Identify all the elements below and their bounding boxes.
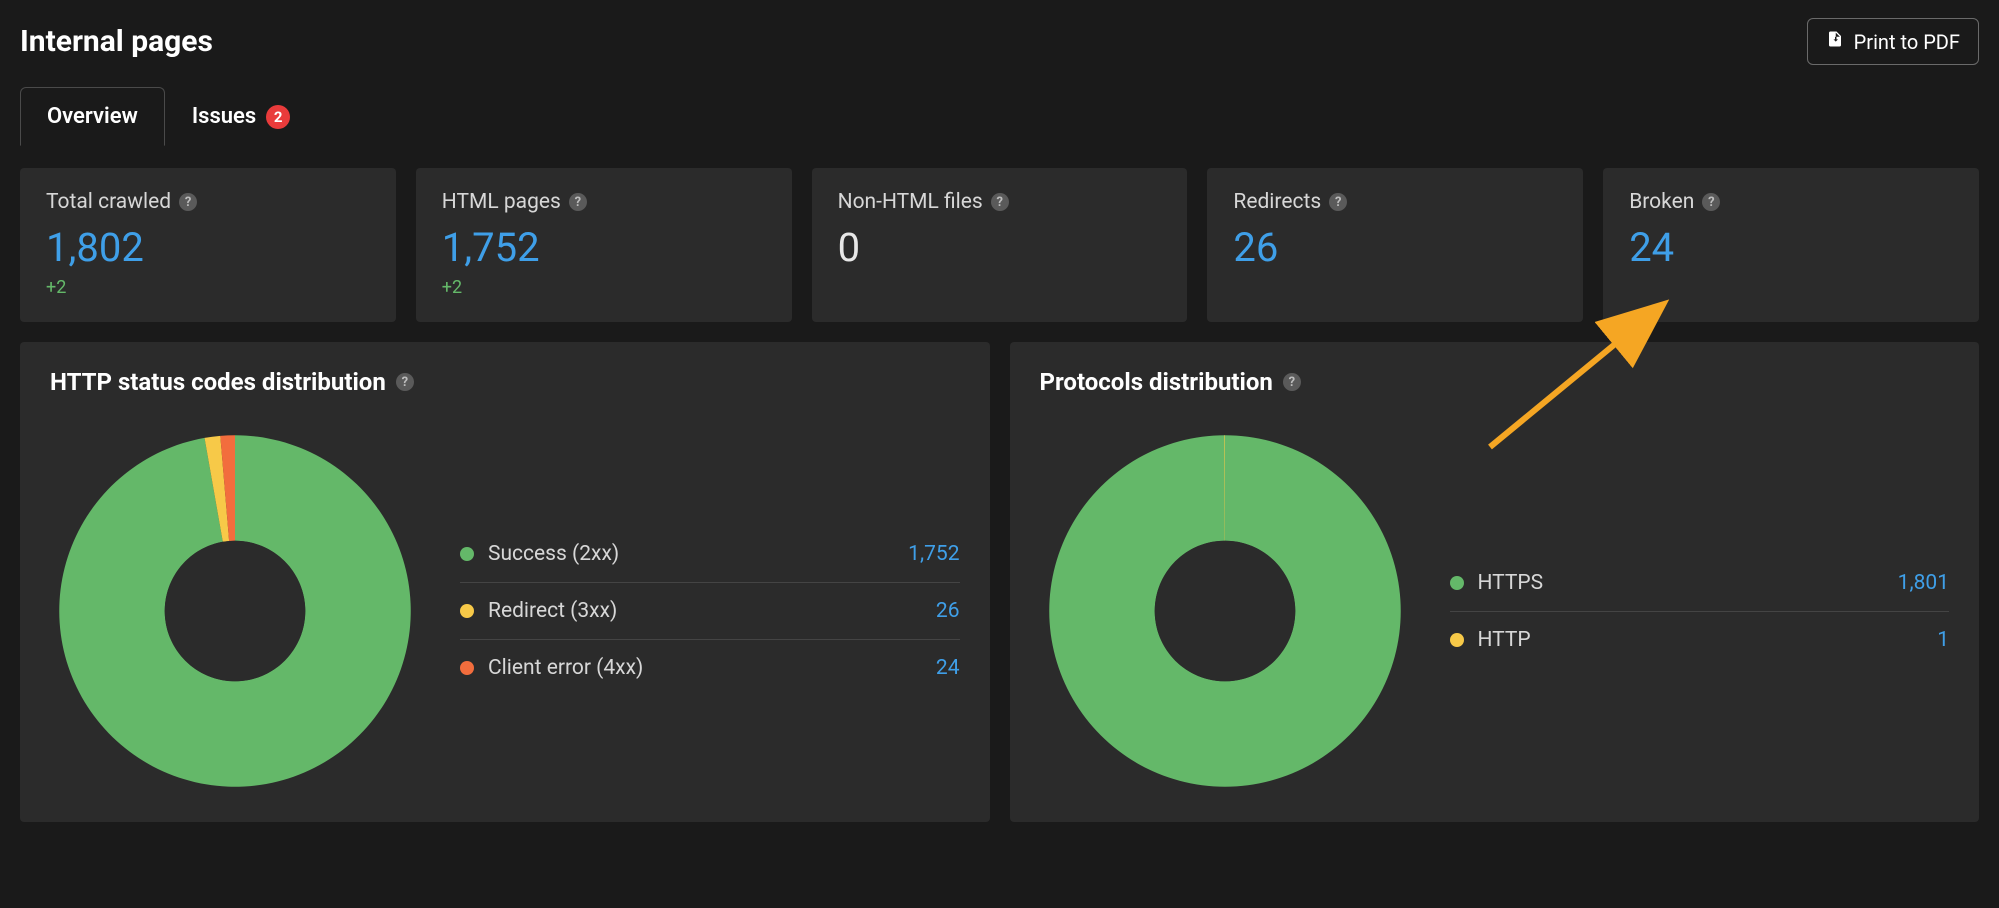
stat-value: 0 [838,224,1162,271]
stat-delta: +2 [442,277,766,298]
legend-value[interactable]: 24 [936,656,960,680]
print-to-pdf-button[interactable]: Print to PDF [1807,18,1979,65]
legend-label: HTTP [1478,628,1531,652]
legend-dot [460,547,474,561]
tab-overview[interactable]: Overview [20,87,165,146]
stat-html-pages[interactable]: HTML pages ? 1,752 +2 [416,168,792,322]
protocols-donut-chart [1040,426,1410,796]
stat-value[interactable]: 1,752 [442,224,766,271]
legend-label: Redirect (3xx) [488,599,617,623]
print-to-pdf-label: Print to PDF [1854,30,1960,54]
stat-total-crawled[interactable]: Total crawled ? 1,802 +2 [20,168,396,322]
tabs: Overview Issues 2 [20,87,1979,146]
help-icon[interactable]: ? [1702,193,1720,211]
issues-count-badge: 2 [266,105,290,129]
stat-label: Redirects [1233,190,1321,214]
legend-dot [460,604,474,618]
stat-label: Non-HTML files [838,190,983,214]
help-icon[interactable]: ? [991,193,1009,211]
stat-broken[interactable]: Broken ? 24 [1603,168,1979,322]
tab-overview-label: Overview [47,104,138,129]
legend-dot [1450,633,1464,647]
legend-row-http[interactable]: HTTP 1 [1450,612,1950,668]
legend-label: Success (2xx) [488,542,619,566]
legend-row-redirect[interactable]: Redirect (3xx) 26 [460,583,960,640]
stat-non-html[interactable]: Non-HTML files ? 0 [812,168,1188,322]
tab-issues-label: Issues [192,104,256,129]
stat-label: Broken [1629,190,1694,214]
legend-value[interactable]: 1,801 [1898,571,1949,595]
help-icon[interactable]: ? [1283,373,1301,391]
stat-label: Total crawled [46,190,171,214]
legend-value[interactable]: 1,752 [908,542,959,566]
stat-label: HTML pages [442,190,561,214]
stat-redirects[interactable]: Redirects ? 26 [1207,168,1583,322]
panel-title: Protocols distribution [1040,368,1273,396]
legend-label: Client error (4xx) [488,656,643,680]
legend-value[interactable]: 26 [936,599,960,623]
protocols-panel: Protocols distribution ? HTTPS 1,801 [1010,342,1980,822]
download-icon [1826,29,1844,54]
page-title: Internal pages [20,24,213,59]
panel-title: HTTP status codes distribution [50,368,386,396]
http-status-panel: HTTP status codes distribution ? Success… [20,342,990,822]
help-icon[interactable]: ? [569,193,587,211]
legend-row-https[interactable]: HTTPS 1,801 [1450,555,1950,612]
legend-label: HTTPS [1478,571,1544,595]
legend-dot [1450,576,1464,590]
tab-issues[interactable]: Issues 2 [165,87,317,146]
legend-row-success[interactable]: Success (2xx) 1,752 [460,526,960,583]
legend-dot [460,661,474,675]
legend-value[interactable]: 1 [1937,628,1949,652]
help-icon[interactable]: ? [179,193,197,211]
http-donut-chart [50,426,420,796]
legend-row-client-error[interactable]: Client error (4xx) 24 [460,640,960,696]
stat-delta: +2 [46,277,370,298]
http-legend: Success (2xx) 1,752 Redirect (3xx) 26 Cl… [460,526,960,696]
stat-value[interactable]: 1,802 [46,224,370,271]
help-icon[interactable]: ? [1329,193,1347,211]
protocols-legend: HTTPS 1,801 HTTP 1 [1450,555,1950,668]
stat-value[interactable]: 24 [1629,224,1953,271]
stat-value[interactable]: 26 [1233,224,1557,271]
help-icon[interactable]: ? [396,373,414,391]
